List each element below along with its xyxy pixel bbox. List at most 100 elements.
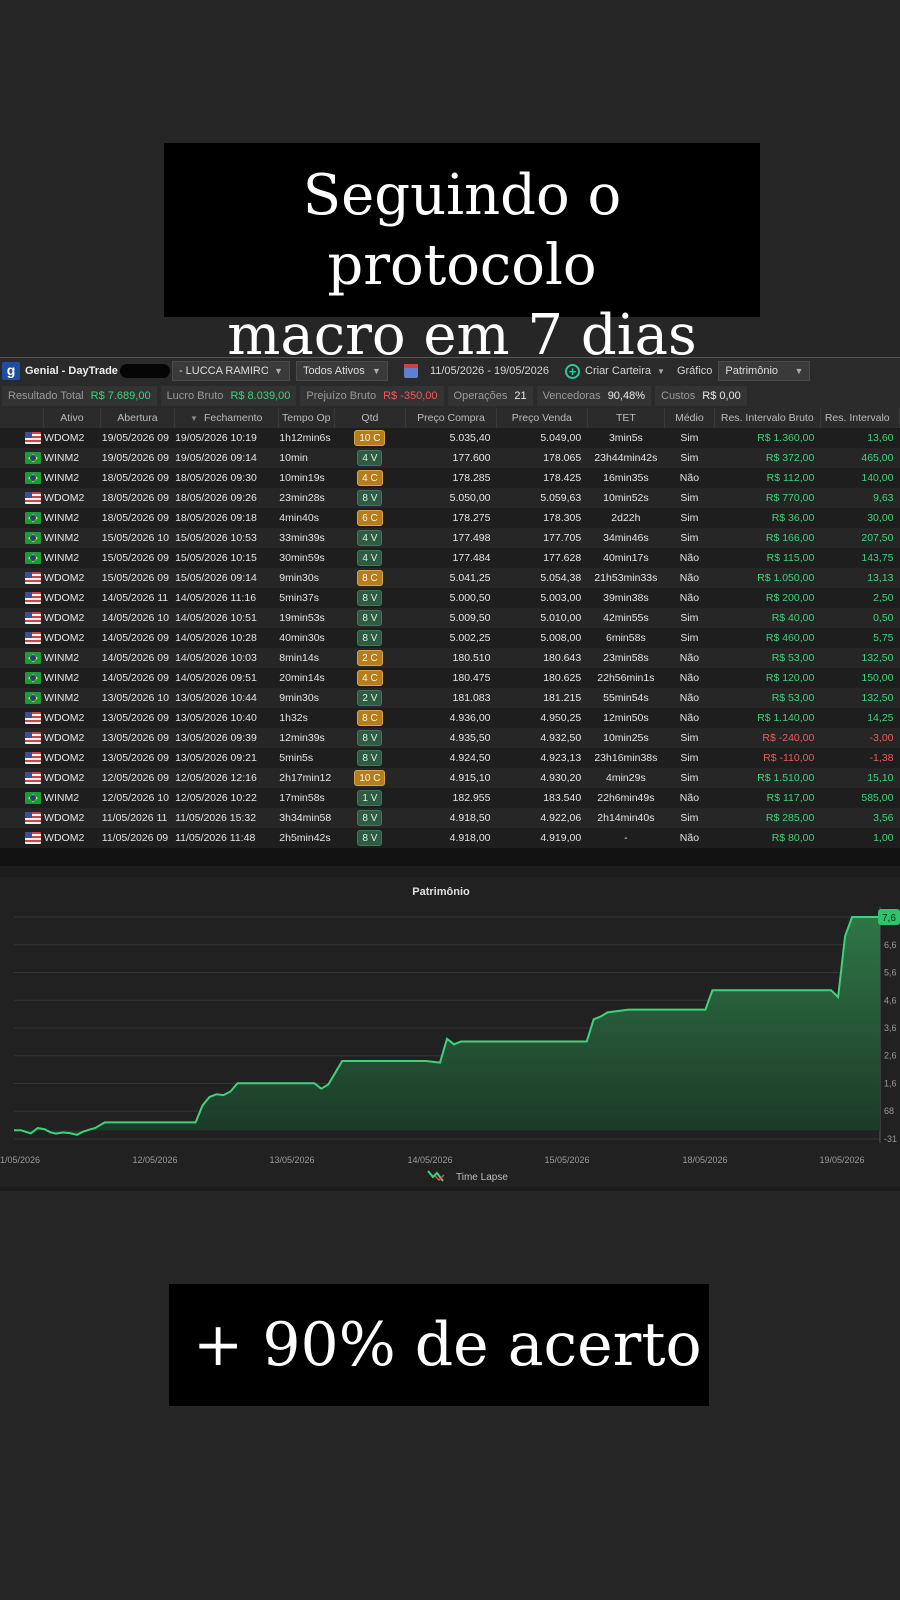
y-tick-label: -31 (884, 1134, 897, 1144)
cell-res-bruto: R$ 460,00 (714, 628, 821, 648)
table-row[interactable]: WDOM2 19/05/2026 09 19/05/2026 10:19 1h12mi… (0, 428, 900, 448)
table-row[interactable]: WINM2 15/05/2026 10 15/05/2026 10:53 33min3… (0, 528, 900, 548)
cell-preco-venda: 5.059,63 (496, 488, 588, 508)
cell-preco-venda: 4.919,00 (496, 828, 588, 848)
cell-ativo: WINM2 (43, 548, 101, 568)
table-row[interactable]: WDOM2 18/05/2026 09 18/05/2026 09:26 23min2… (0, 488, 900, 508)
header-tet[interactable]: TET (587, 408, 666, 428)
y-tick-label: 5,6 (884, 968, 897, 978)
cell-preco-compra: 4.936,00 (405, 708, 497, 728)
cell-ativo: WDOM2 (43, 748, 101, 768)
flag-cell (0, 448, 44, 468)
top-caption-line1: Seguindo o protocolo (302, 163, 622, 298)
date-range[interactable]: 11/05/2026 - 19/05/2026 (430, 365, 549, 377)
cell-ativo: WINM2 (43, 448, 101, 468)
cell-preco-venda: 5.049,00 (496, 428, 588, 448)
cell-fechamento: 12/05/2026 12:16 (174, 768, 279, 788)
table-row[interactable]: WDOM2 15/05/2026 09 15/05/2026 09:14 9min30… (0, 568, 900, 588)
create-wallet-button[interactable]: Criar Carteira (585, 365, 651, 377)
cell-res-intervalo: 207,50 (820, 528, 900, 548)
table-row[interactable]: WDOM2 11/05/2026 09 11/05/2026 11:48 2h5min… (0, 828, 900, 848)
table-row[interactable]: WDOM2 13/05/2026 09 13/05/2026 09:21 5min5s… (0, 748, 900, 768)
cell-medio: Sim (664, 628, 715, 648)
caret-down-icon[interactable]: ▼ (657, 367, 665, 376)
cell-tempo: 12min39s (278, 728, 335, 748)
us-flag-icon (25, 592, 42, 605)
account-dropdown[interactable]: - LUCCA RAMIRO DE S ▼ (171, 361, 290, 381)
y-tick-label: 3,6 (884, 1023, 897, 1033)
stat-value: 90,48% (607, 390, 645, 402)
table-row[interactable]: WDOM2 13/05/2026 09 13/05/2026 09:39 12min3… (0, 728, 900, 748)
cell-preco-venda: 4.930,20 (496, 768, 588, 788)
sort-down-icon: ▼ (190, 414, 198, 423)
table-row[interactable]: WINM2 14/05/2026 09 14/05/2026 09:51 20min1… (0, 668, 900, 688)
table-row[interactable]: WINM2 18/05/2026 09 18/05/2026 09:30 10min1… (0, 468, 900, 488)
y-tick-label: 4,6 (884, 995, 897, 1005)
cell-medio: Sim (664, 528, 715, 548)
table-row[interactable]: WINM2 18/05/2026 09 18/05/2026 09:18 4min40… (0, 508, 900, 528)
cell-abertura: 11/05/2026 11 (100, 808, 175, 828)
cell-preco-compra: 182.955 (405, 788, 497, 808)
table-row[interactable]: WDOM2 12/05/2026 09 12/05/2026 12:16 2h17mi… (0, 768, 900, 788)
cell-abertura: 18/05/2026 09 (100, 468, 175, 488)
table-row[interactable]: WDOM2 11/05/2026 11 11/05/2026 15:32 3h34mi… (0, 808, 900, 828)
header-res-bruto[interactable]: Res. Intervalo Bruto (714, 408, 821, 428)
table-header-row: Ativo Abertura ▼ Fechamento Tempo Op Qtd … (0, 408, 900, 428)
header-medio[interactable]: Médio (664, 408, 715, 428)
cell-res-bruto: R$ 53,00 (714, 688, 821, 708)
stat-value: R$ 0,00 (702, 390, 741, 402)
cell-ativo: WDOM2 (43, 628, 101, 648)
cell-preco-compra: 4.918,50 (405, 808, 497, 828)
header-qtd[interactable]: Qtd (334, 408, 407, 428)
cell-ativo: WDOM2 (43, 428, 101, 448)
header-fechamento[interactable]: ▼ Fechamento (174, 408, 279, 428)
cell-fechamento: 14/05/2026 10:03 (174, 648, 279, 668)
table-row[interactable]: WINM2 15/05/2026 09 15/05/2026 10:15 30min5… (0, 548, 900, 568)
chart-type-dropdown[interactable]: Patrimônio ▼ (718, 361, 811, 381)
cell-medio: Sim (664, 508, 715, 528)
table-row[interactable]: WINM2 19/05/2026 09 19/05/2026 09:14 10min 4… (0, 448, 900, 468)
cell-tempo: 5min5s (278, 748, 335, 768)
header-preco-venda[interactable]: Preço Venda (496, 408, 588, 428)
header-tempo-op[interactable]: Tempo Op (278, 408, 335, 428)
summary-stats-bar: Resultado Total R$ 7.689,00 Lucro Bruto R$ … (0, 384, 900, 408)
cell-medio: Sim (664, 488, 715, 508)
trading-platform-window: g Genial - DayTrade - LUCCA RAMIRO DE S … (0, 357, 900, 1191)
header-ativo[interactable]: Ativo (43, 408, 102, 428)
cell-res-intervalo: 15,10 (820, 768, 900, 788)
qty-badge: 4 V (357, 450, 383, 466)
cell-tempo: 1h12min6s (278, 428, 335, 448)
cell-qtd: 4 V (334, 548, 406, 568)
table-row[interactable]: WINM2 14/05/2026 09 14/05/2026 10:03 8min14… (0, 648, 900, 668)
table-row[interactable]: WDOM2 14/05/2026 09 14/05/2026 10:28 40min3… (0, 628, 900, 648)
cell-preco-compra: 4.935,50 (405, 728, 497, 748)
asset-filter-dropdown[interactable]: Todos Ativos ▼ (295, 361, 388, 381)
cell-preco-venda: 180.625 (496, 668, 588, 688)
cell-fechamento: 14/05/2026 10:28 (174, 628, 279, 648)
last-value-label: 7,6 (882, 913, 896, 924)
qty-badge: 10 C (354, 430, 386, 446)
stat-4: Vencedoras 90,48% (536, 386, 651, 406)
header-abertura[interactable]: Abertura (100, 408, 175, 428)
header-preco-compra[interactable]: Preço Compra (405, 408, 497, 428)
cell-ativo: WDOM2 (43, 808, 101, 828)
table-row[interactable]: WDOM2 14/05/2026 11 14/05/2026 11:16 5min37… (0, 588, 900, 608)
cell-abertura: 14/05/2026 09 (100, 628, 175, 648)
equity-area (14, 917, 880, 1135)
header-res-intervalo[interactable]: Res. Intervalo (820, 408, 900, 428)
table-row[interactable]: WDOM2 14/05/2026 10 14/05/2026 10:51 19min5… (0, 608, 900, 628)
cell-medio: Não (664, 668, 715, 688)
cell-qtd: 10 C (334, 428, 406, 448)
calendar-icon[interactable] (403, 364, 418, 378)
table-row[interactable]: WDOM2 13/05/2026 09 13/05/2026 10:40 1h32s 8… (0, 708, 900, 728)
table-row[interactable]: WINM2 13/05/2026 10 13/05/2026 10:44 9min30… (0, 688, 900, 708)
table-row[interactable]: WINM2 12/05/2026 10 12/05/2026 10:22 17min5… (0, 788, 900, 808)
cell-tempo: 3h34min58 (278, 808, 335, 828)
cell-res-bruto: R$ 40,00 (714, 608, 821, 628)
stat-value: R$ 7.689,00 (90, 390, 151, 402)
x-tick-label: 18/05/2026 (682, 1155, 727, 1165)
cell-res-bruto: R$ 1.140,00 (714, 708, 821, 728)
add-circle-icon[interactable]: + (565, 363, 581, 379)
cell-res-bruto: R$ 372,00 (714, 448, 821, 468)
cell-fechamento: 13/05/2026 10:44 (174, 688, 279, 708)
